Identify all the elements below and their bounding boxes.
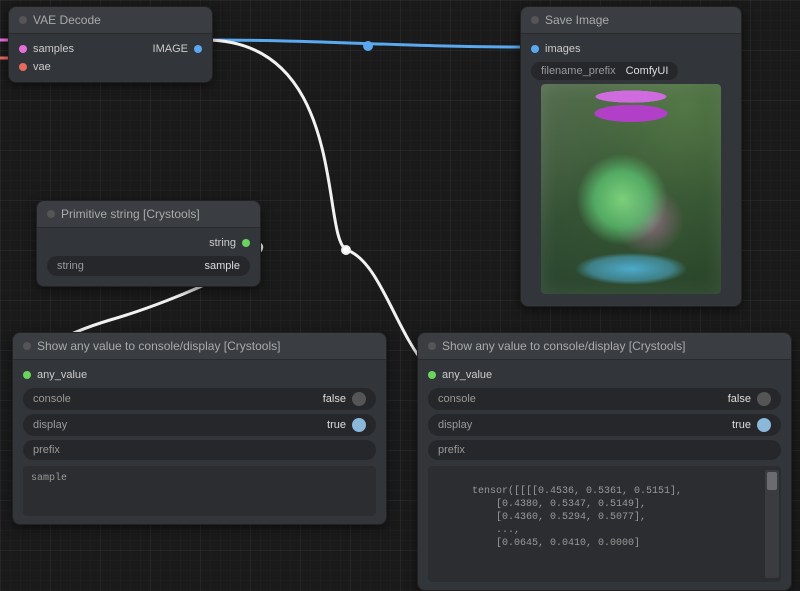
input-port-any-value[interactable] <box>23 371 31 379</box>
output-textarea[interactable]: sample <box>23 466 376 516</box>
widget-label: console <box>33 393 71 405</box>
widget-value: false <box>323 393 346 405</box>
widget-display[interactable]: display true <box>428 414 781 436</box>
node-title[interactable]: Show any value to console/display [Cryst… <box>418 333 791 360</box>
widget-label: string <box>57 260 84 272</box>
widget-label: filename_prefix <box>541 65 616 77</box>
widget-string[interactable]: string sample <box>47 256 250 276</box>
widget-label: display <box>438 419 472 431</box>
scrollbar[interactable] <box>765 470 779 578</box>
toggle-icon[interactable] <box>352 418 366 432</box>
input-port-samples[interactable] <box>19 45 27 53</box>
title-text: VAE Decode <box>33 13 101 27</box>
input-label: vae <box>33 61 51 73</box>
widget-label: prefix <box>33 444 60 456</box>
input-label: any_value <box>442 369 492 381</box>
node-primitive-string[interactable]: Primitive string [Crystools] string stri… <box>36 200 261 287</box>
node-save-image[interactable]: Save Image images filename_prefix ComfyU… <box>520 6 742 307</box>
node-title[interactable]: Primitive string [Crystools] <box>37 201 260 228</box>
title-text: Primitive string [Crystools] <box>61 207 200 221</box>
widget-filename-prefix[interactable]: filename_prefix ComfyUI <box>531 62 678 80</box>
input-label: any_value <box>37 369 87 381</box>
node-show-any-1[interactable]: Show any value to console/display [Cryst… <box>12 332 387 525</box>
widget-console[interactable]: console false <box>23 388 376 410</box>
node-show-any-2[interactable]: Show any value to console/display [Cryst… <box>417 332 792 591</box>
toggle-icon[interactable] <box>757 392 771 406</box>
output-text: tensor([[[[0.4536, 0.5361, 0.5151], [0.4… <box>436 486 682 549</box>
collapse-dot-icon[interactable] <box>23 342 31 350</box>
node-vae-decode[interactable]: VAE Decode samples IMAGE vae <box>8 6 213 83</box>
title-text: Save Image <box>545 13 609 27</box>
wire-reroute-image[interactable] <box>363 41 373 51</box>
widget-prefix[interactable]: prefix <box>23 440 376 460</box>
collapse-dot-icon[interactable] <box>19 16 27 24</box>
output-port-image[interactable] <box>194 45 202 53</box>
widget-label: prefix <box>438 444 465 456</box>
widget-label: display <box>33 419 67 431</box>
output-port-string[interactable] <box>242 239 250 247</box>
widget-label: console <box>438 393 476 405</box>
collapse-dot-icon[interactable] <box>47 210 55 218</box>
output-textarea[interactable]: tensor([[[[0.4536, 0.5361, 0.5151], [0.4… <box>428 466 781 582</box>
toggle-icon[interactable] <box>352 392 366 406</box>
input-label: images <box>545 43 580 55</box>
collapse-dot-icon[interactable] <box>428 342 436 350</box>
widget-value: false <box>728 393 751 405</box>
toggle-icon[interactable] <box>757 418 771 432</box>
title-text: Show any value to console/display [Cryst… <box>442 339 685 353</box>
preview-image <box>541 84 721 294</box>
node-title[interactable]: VAE Decode <box>9 7 212 34</box>
output-label: string <box>209 237 236 249</box>
widget-value: ComfyUI <box>626 65 669 77</box>
widget-display[interactable]: display true <box>23 414 376 436</box>
widget-value: sample <box>205 260 240 272</box>
widget-value: true <box>327 419 346 431</box>
node-title[interactable]: Save Image <box>521 7 741 34</box>
wire-reroute-tensor[interactable] <box>341 245 351 255</box>
node-title[interactable]: Show any value to console/display [Cryst… <box>13 333 386 360</box>
input-label: samples <box>33 43 74 55</box>
widget-prefix[interactable]: prefix <box>428 440 781 460</box>
widget-value: true <box>732 419 751 431</box>
widget-console[interactable]: console false <box>428 388 781 410</box>
input-port-any-value[interactable] <box>428 371 436 379</box>
input-port-images[interactable] <box>531 45 539 53</box>
title-text: Show any value to console/display [Cryst… <box>37 339 280 353</box>
input-port-vae[interactable] <box>19 63 27 71</box>
output-label: IMAGE <box>153 43 188 55</box>
collapse-dot-icon[interactable] <box>531 16 539 24</box>
